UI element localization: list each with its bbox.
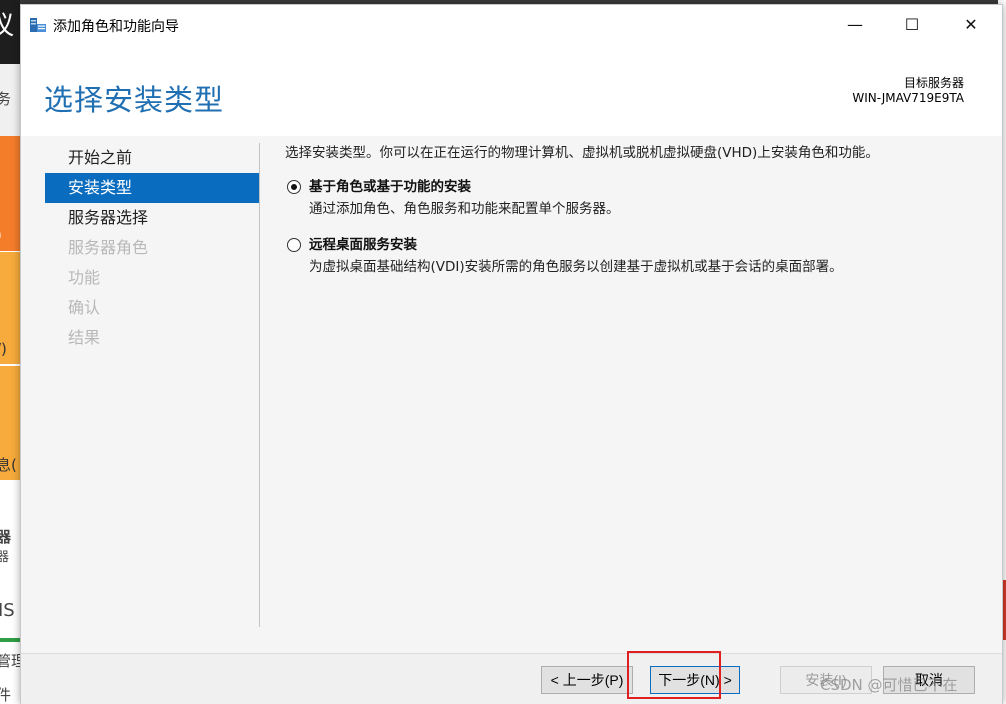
option-role-based-install[interactable]: 基于角色或基于功能的安装 通过添加角色、角色服务和功能来配置单个服务器。 xyxy=(285,177,985,219)
background-text-fragment: 器 xyxy=(0,550,10,565)
radio-role-based-install[interactable] xyxy=(287,180,301,194)
nav-item-features: 功能 xyxy=(68,268,101,287)
background-window-strip: 议 务 ) /) 息( 器 器 IS 管理 件 xyxy=(0,0,20,704)
nav-item-confirmation: 确认 xyxy=(68,298,101,317)
background-text-fragment: 息( xyxy=(0,456,17,474)
close-button[interactable]: ✕ xyxy=(948,5,994,44)
nav-item-server-roles: 服务器角色 xyxy=(68,238,149,257)
next-button-highlight xyxy=(627,651,721,699)
nav-item-installation-type[interactable]: 安装类型 xyxy=(45,173,259,203)
background-amber-tile: 息( xyxy=(0,366,20,480)
background-text-fragment: /) xyxy=(0,340,7,358)
page-title: 选择安装类型 xyxy=(44,83,225,117)
previous-button[interactable]: < 上一步(P) xyxy=(541,666,633,694)
background-amber-tile: /) xyxy=(0,252,20,364)
main-content: 选择安装类型。你可以在正在运行的物理计算机、虚拟机或脱机虚拟硬盘(VHD)上安装… xyxy=(285,143,985,277)
option-remote-desktop-install[interactable]: 远程桌面服务安装 为虚拟桌面基础结构(VDI)安装所需的角色服务以创建基于虚拟机… xyxy=(285,235,985,277)
background-text-fragment: 管理 xyxy=(0,652,20,670)
server-manager-icon xyxy=(30,18,46,32)
watermark: CSDN @可惜已不在 xyxy=(820,676,958,694)
nav-item-before-you-begin[interactable]: 开始之前 xyxy=(45,143,259,173)
background-text-fragment: ) xyxy=(0,226,2,244)
option-description: 为虚拟桌面基础结构(VDI)安装所需的角色服务以创建基于虚拟机或基于会话的桌面部… xyxy=(309,259,843,275)
maximize-button[interactable]: ☐ xyxy=(889,5,935,44)
title-bar[interactable]: 添加角色和功能向导 — ☐ ✕ xyxy=(21,5,1002,44)
option-title[interactable]: 基于角色或基于功能的安装 xyxy=(309,177,985,197)
option-title[interactable]: 远程桌面服务安装 xyxy=(309,235,985,255)
target-server-label: 目标服务器 xyxy=(903,76,964,90)
nav-item-results: 结果 xyxy=(68,328,101,347)
nav-item-server-selection[interactable]: 服务器选择 xyxy=(45,203,259,233)
radio-remote-desktop-install[interactable] xyxy=(287,238,301,252)
wizard-window: 添加角色和功能向导 — ☐ ✕ 选择安装类型 目标服务器 WIN-JMAV719… xyxy=(20,4,1003,704)
minimize-button[interactable]: — xyxy=(832,5,878,44)
wizard-header: 选择安装类型 目标服务器 WIN-JMAV719E9TA xyxy=(21,44,1002,136)
background-text-fragment: 器 xyxy=(0,528,12,546)
target-server-name: WIN-JMAV719E9TA xyxy=(852,91,964,105)
background-header-area: 务 xyxy=(0,64,20,136)
background-orange-tile: ) xyxy=(0,136,20,251)
background-text-fragment: 务 xyxy=(0,90,12,108)
option-description: 通过添加角色、角色服务和功能来配置单个服务器。 xyxy=(309,201,620,217)
wizard-steps-nav: 开始之前 安装类型 服务器选择 服务器角色 功能 确认 结果 xyxy=(45,143,259,353)
background-text-fragment: 件 xyxy=(0,686,12,704)
window-title: 添加角色和功能向导 xyxy=(53,19,179,35)
background-green-bar xyxy=(0,638,20,642)
background-title-fragment: 议 xyxy=(0,0,20,64)
background-text-fragment: IS xyxy=(0,600,15,621)
nav-divider xyxy=(259,143,260,627)
page-description: 选择安装类型。你可以在正在运行的物理计算机、虚拟机或脱机虚拟硬盘(VHD)上安装… xyxy=(285,145,879,161)
